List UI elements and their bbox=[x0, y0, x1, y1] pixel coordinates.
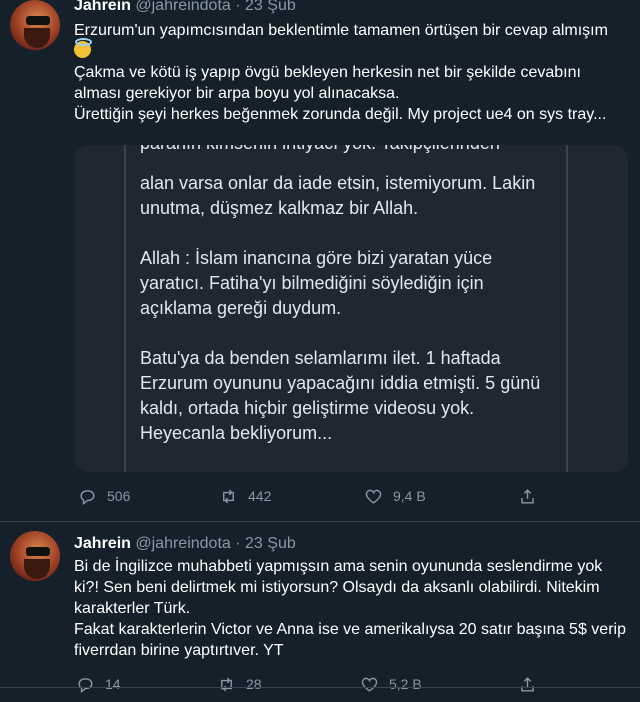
image-cut-line: paranın kimsenin ihtiyacı yok. Takipçile… bbox=[140, 145, 500, 154]
like-button[interactable]: 5,2 B bbox=[360, 672, 422, 696]
image-paragraph: Batu'ya da benden selamlarımı ilet. 1 ha… bbox=[140, 348, 541, 443]
author-handle[interactable]: @jahreindota bbox=[135, 0, 230, 14]
retweet-icon bbox=[223, 489, 234, 503]
tweet-line: Bi de İngilizce muhabbeti yapmışsın ama … bbox=[74, 558, 603, 617]
image-paragraph: Allah : İslam inancına göre bizi yaratan… bbox=[140, 248, 493, 318]
tweet-2[interactable]: Jahrein @jahreindota · 23 Şub Bi de İngi… bbox=[0, 531, 640, 701]
reply-icon bbox=[80, 489, 95, 505]
reply-count: 506 bbox=[107, 488, 131, 504]
retweet-icon bbox=[221, 677, 232, 691]
retweet-button[interactable]: 442 bbox=[219, 484, 271, 508]
tweet-line: Çakma ve kötü iş yapıp övgü bekleyen her… bbox=[74, 64, 581, 102]
retweet-count: 442 bbox=[248, 488, 272, 504]
author-name[interactable]: Jahrein bbox=[74, 535, 131, 552]
reply-count: 14 bbox=[105, 676, 121, 692]
tweet-actions: 506 442 9,4 B bbox=[74, 484, 628, 508]
halo-emoji-icon bbox=[74, 38, 92, 58]
share-button[interactable] bbox=[518, 484, 537, 508]
tweet-date[interactable]: 23 Şub bbox=[245, 535, 296, 552]
tweet-1[interactable]: Jahrein @jahreindota · 23 Şub Erzurum'un… bbox=[0, 0, 640, 520]
like-count: 5,2 B bbox=[389, 676, 422, 692]
tweet-separator bbox=[0, 521, 640, 522]
image-text: alan varsa onlar da iade etsin, istemiyo… bbox=[140, 171, 560, 471]
reply-icon bbox=[78, 677, 93, 693]
bottom-separator bbox=[0, 687, 640, 688]
tweet-image[interactable]: paranın kimsenin ihtiyacı yok. Takipçile… bbox=[74, 145, 628, 472]
reply-button[interactable]: 506 bbox=[78, 484, 130, 508]
author-handle[interactable]: @jahreindota bbox=[135, 535, 230, 552]
retweet-count: 28 bbox=[246, 676, 262, 692]
tweet-header: Jahrein @jahreindota · 23 Şub bbox=[74, 535, 296, 552]
tweet-line: Fakat karakterlerin Victor ve Anna ise v… bbox=[74, 621, 626, 659]
author-name[interactable]: Jahrein bbox=[74, 0, 131, 14]
retweet-button[interactable]: 28 bbox=[217, 672, 262, 696]
tweet-line: Erzurum'un yapımcısından beklentimle tam… bbox=[74, 20, 628, 62]
avatar[interactable] bbox=[10, 0, 60, 50]
tweet-actions: 14 28 5,2 B bbox=[74, 672, 628, 696]
share-button[interactable] bbox=[518, 672, 537, 696]
avatar[interactable] bbox=[10, 531, 60, 581]
tweet-line: Ürettiğin şeyi herkes beğenmek zorunda d… bbox=[74, 106, 607, 123]
share-icon bbox=[521, 488, 534, 504]
tweet-text: Erzurum'un yapımcısından beklentimle tam… bbox=[74, 20, 628, 125]
tweet-header: Jahrein @jahreindota · 23 Şub bbox=[74, 0, 296, 15]
tweet-date[interactable]: 23 Şub bbox=[245, 0, 296, 14]
like-icon bbox=[361, 677, 378, 692]
tweet-text: Bi de İngilizce muhabbeti yapmışsın ama … bbox=[74, 556, 628, 661]
image-paragraph: alan varsa onlar da iade etsin, istemiyo… bbox=[140, 173, 536, 218]
like-count: 9,4 B bbox=[393, 488, 426, 504]
reply-button[interactable]: 14 bbox=[76, 672, 121, 696]
like-button[interactable]: 9,4 B bbox=[364, 484, 426, 508]
like-icon bbox=[365, 489, 382, 504]
share-icon bbox=[521, 676, 534, 692]
